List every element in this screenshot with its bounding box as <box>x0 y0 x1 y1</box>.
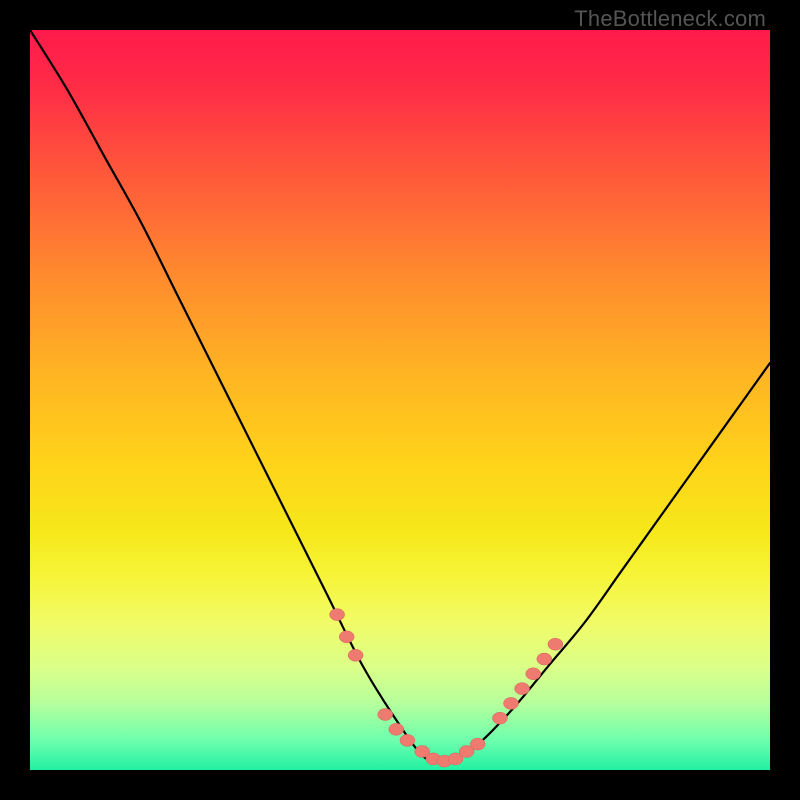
watermark-text: TheBottleneck.com <box>574 6 766 32</box>
highlight-bead <box>378 709 393 721</box>
highlight-bead <box>470 738 485 750</box>
chart-frame <box>30 30 770 770</box>
highlight-bead <box>504 697 519 709</box>
highlight-beads-group <box>330 609 563 768</box>
highlight-bead <box>492 712 507 724</box>
highlight-bead <box>330 609 345 621</box>
highlight-bead <box>389 723 404 735</box>
highlight-bead <box>515 683 530 695</box>
bottleneck-curve-line <box>30 30 770 763</box>
highlight-bead <box>526 668 541 680</box>
highlight-bead <box>339 631 354 643</box>
highlight-bead <box>348 649 363 661</box>
highlight-bead <box>400 734 415 746</box>
highlight-bead <box>537 653 552 665</box>
highlight-bead <box>548 638 563 650</box>
bottleneck-chart <box>30 30 770 770</box>
